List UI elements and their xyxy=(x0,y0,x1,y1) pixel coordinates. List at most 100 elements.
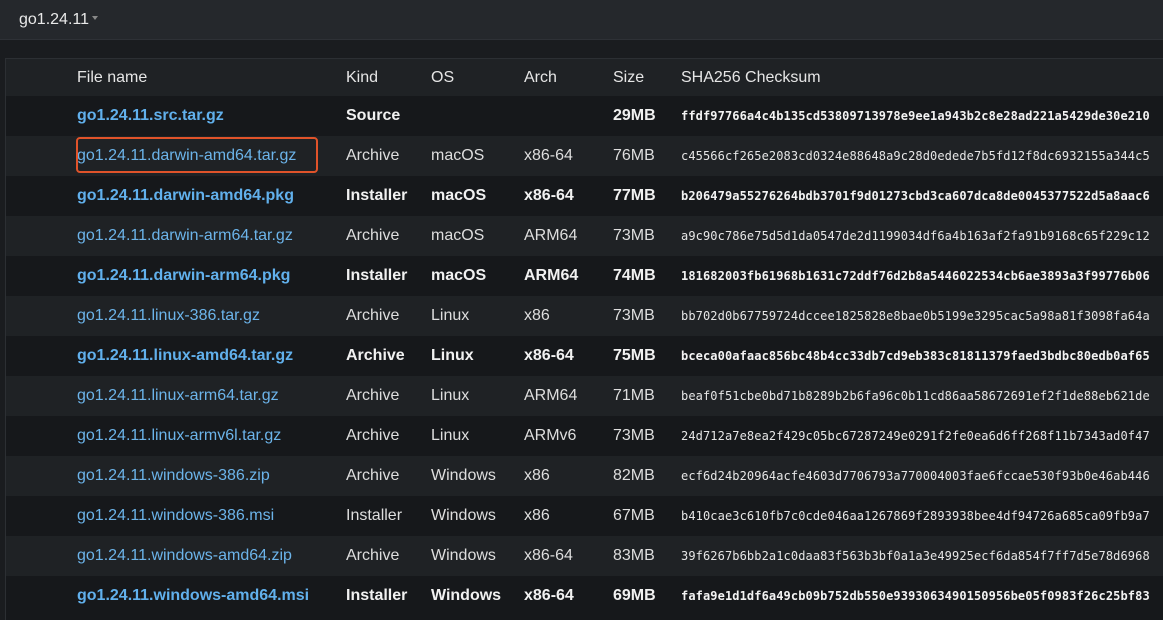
os-cell: Windows xyxy=(431,467,496,484)
size-cell: 73MB xyxy=(613,427,655,444)
os-cell: Windows xyxy=(431,587,502,604)
table-row: go1.24.11.darwin-amd64.tar.gz Archive macO… xyxy=(6,136,1163,176)
header-kind: Kind xyxy=(346,69,379,86)
kind-cell: Archive xyxy=(346,347,405,364)
table-row: go1.24.11.darwin-arm64.tar.gz Archive macO… xyxy=(6,216,1163,256)
kind-cell: Archive xyxy=(346,387,400,404)
table-row: go1.24.11.windows-amd64.msi Installer Wind… xyxy=(6,576,1163,616)
kind-cell: Archive xyxy=(346,467,400,484)
downloads-table: File name Kind OS Arch Size SHA256 Check… xyxy=(5,58,1163,620)
os-cell: Linux xyxy=(431,387,470,404)
arch-cell: x86 xyxy=(524,507,550,524)
arch-cell: ARMv6 xyxy=(524,427,577,444)
sha256-cell: 39f6267b6bb2a1c0daa83f563b3bf0a1a3e49925… xyxy=(681,549,1150,563)
arch-cell: x86 xyxy=(524,467,550,484)
header-os: OS xyxy=(431,69,455,86)
table-row: go1.24.11.linux-386.tar.gz Archive Linux x8… xyxy=(6,296,1163,336)
arch-cell: x86-64 xyxy=(524,347,574,364)
os-cell: Windows xyxy=(431,547,496,564)
file-link[interactable]: go1.24.11.linux-amd64.tar.gz xyxy=(77,336,293,376)
table-row: go1.24.11.windows-386.msi Installer Window… xyxy=(6,496,1163,536)
file-link[interactable]: go1.24.11.windows-386.msi xyxy=(77,496,274,536)
table-row: go1.24.11.windows-amd64.zip Archive Window… xyxy=(6,536,1163,576)
file-link[interactable]: go1.24.11.src.tar.gz xyxy=(77,96,224,136)
kind-cell: Archive xyxy=(346,307,400,324)
size-cell: 69MB xyxy=(613,587,656,604)
file-link[interactable]: go1.24.11.linux-arm64.tar.gz xyxy=(77,376,279,416)
arch-cell: x86 xyxy=(524,307,550,324)
os-cell: macOS xyxy=(431,227,485,244)
table-row: go1.24.11.windows-386.zip Archive Windows x… xyxy=(6,456,1163,496)
table-row: go1.24.11.darwin-arm64.pkg Installer macOS… xyxy=(6,256,1163,296)
kind-cell: Archive xyxy=(346,227,400,244)
os-cell: Windows xyxy=(431,507,496,524)
size-cell: 73MB xyxy=(613,227,655,244)
table-row: go1.24.11.linux-arm64.tar.gz Archive Linux… xyxy=(6,376,1163,416)
sha256-cell: b410cae3c610fb7c0cde046aa1267869f2893938… xyxy=(681,509,1150,523)
arch-cell: ARM64 xyxy=(524,387,578,404)
arch-cell: x86-64 xyxy=(524,187,574,204)
size-cell: 73MB xyxy=(613,307,655,324)
os-cell: Linux xyxy=(431,307,470,324)
sha256-cell: ffdf97766a4c4b135cd53809713978e9ee1a943b… xyxy=(681,109,1150,123)
table-header-row: File name Kind OS Arch Size SHA256 Check… xyxy=(6,59,1163,96)
kind-cell: Source xyxy=(346,107,401,124)
sha256-cell: 181682003fb61968b1631c72ddf76d2b8a544602… xyxy=(681,269,1150,283)
sha256-cell: b206479a55276264bdb3701f9d01273cbd3ca607… xyxy=(681,189,1150,203)
file-link[interactable]: go1.24.11.windows-amd64.msi xyxy=(77,576,309,616)
arch-cell: x86-64 xyxy=(524,547,573,564)
os-cell: macOS xyxy=(431,267,487,284)
sha256-cell: c45566cf265e2083cd0324e88648a9c28d0edede… xyxy=(681,149,1150,163)
file-link[interactable]: go1.24.11.linux-armv6l.tar.gz xyxy=(77,416,281,456)
size-cell: 29MB xyxy=(613,107,656,124)
size-cell: 83MB xyxy=(613,547,655,564)
kind-cell: Archive xyxy=(346,427,400,444)
chevron-down-icon xyxy=(92,16,98,20)
file-link[interactable]: go1.24.11.darwin-arm64.pkg xyxy=(77,256,290,296)
kind-cell: Archive xyxy=(346,147,400,164)
table-row: go1.24.11.darwin-amd64.pkg Installer macOS… xyxy=(6,176,1163,216)
sha256-cell: beaf0f51cbe0bd71b8289b2b6fa96c0b11cd86aa… xyxy=(681,389,1150,403)
sha256-cell: bb702d0b67759724dccee1825828e8bae0b5199e… xyxy=(681,309,1150,323)
arch-cell: x86-64 xyxy=(524,587,574,604)
file-link[interactable]: go1.24.11.linux-386.tar.gz xyxy=(77,296,260,336)
sha256-cell: bceca00afaac856bc48b4cc33db7cd9eb383c818… xyxy=(681,349,1150,363)
file-link[interactable]: go1.24.11.windows-amd64.zip xyxy=(77,536,292,576)
arch-cell: x86-64 xyxy=(524,147,573,164)
file-link[interactable]: go1.24.11.windows-386.zip xyxy=(77,456,270,496)
os-cell: Linux xyxy=(431,347,474,364)
file-link[interactable]: go1.24.11.darwin-amd64.pkg xyxy=(77,176,294,216)
kind-cell: Installer xyxy=(346,187,408,204)
size-cell: 74MB xyxy=(613,267,656,284)
os-cell: macOS xyxy=(431,147,485,164)
size-cell: 67MB xyxy=(613,507,655,524)
arch-cell: ARM64 xyxy=(524,267,579,284)
version-label: go1.24.11 xyxy=(19,11,89,28)
file-link[interactable]: go1.24.11.darwin-arm64.tar.gz xyxy=(77,216,293,256)
file-link[interactable]: go1.24.11.darwin-amd64.tar.gz xyxy=(77,136,296,176)
kind-cell: Installer xyxy=(346,267,408,284)
arch-cell: ARM64 xyxy=(524,227,578,244)
size-cell: 75MB xyxy=(613,347,656,364)
header-file-name: File name xyxy=(77,69,148,86)
sha256-cell: fafa9e1d1df6a49cb09b752db550e93930634901… xyxy=(681,589,1150,603)
table-row: go1.24.11.linux-armv6l.tar.gz Archive Linu… xyxy=(6,416,1163,456)
header-sha256: SHA256 Checksum xyxy=(681,69,821,86)
header-arch: Arch xyxy=(524,69,557,86)
kind-cell: Installer xyxy=(346,587,408,604)
sha256-cell: a9c90c786e75d5d1da0547de2d1199034df6a4b1… xyxy=(681,229,1150,243)
size-cell: 82MB xyxy=(613,467,655,484)
size-cell: 71MB xyxy=(613,387,655,404)
table-row: go1.24.11.linux-amd64.tar.gz Archive Linux… xyxy=(6,336,1163,376)
table-row: go1.24.11.src.tar.gz Source 29MB ffdf97766a… xyxy=(6,96,1163,136)
size-cell: 77MB xyxy=(613,187,656,204)
header-size: Size xyxy=(613,69,645,86)
sha256-cell: ecf6d24b20964acfe4603d7706793a770004003f… xyxy=(681,469,1150,483)
size-cell: 76MB xyxy=(613,147,655,164)
sha256-cell: 24d712a7e8ea2f429c05bc67287249e0291f2fe0… xyxy=(681,429,1150,443)
os-cell: macOS xyxy=(431,187,487,204)
version-select[interactable]: go1.24.11 xyxy=(0,0,1163,40)
os-cell: Linux xyxy=(431,427,470,444)
kind-cell: Archive xyxy=(346,547,400,564)
kind-cell: Installer xyxy=(346,507,403,524)
